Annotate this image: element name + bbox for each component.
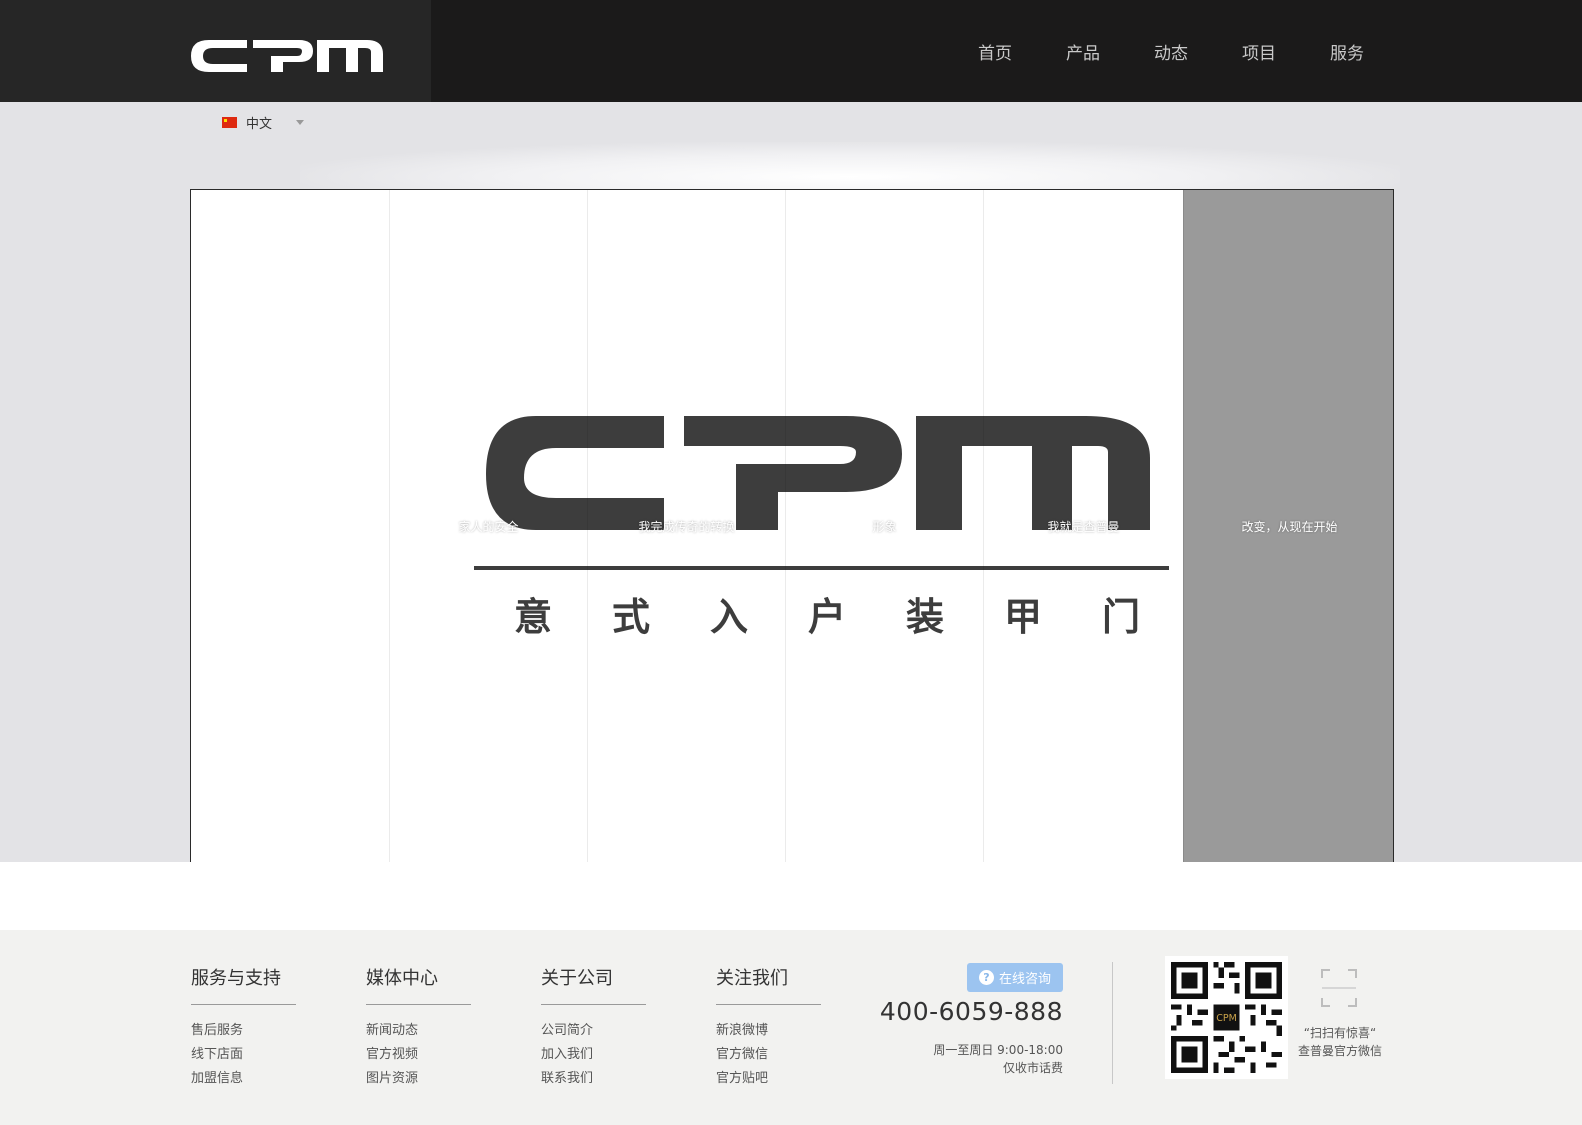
call-fee-note: 仅收市话费	[1002, 1061, 1063, 1075]
nav-item-news[interactable]: 动态	[1146, 39, 1196, 64]
footer-link-wechat[interactable]: 官方微信	[716, 1043, 821, 1067]
footer-link-videos[interactable]: 官方视频	[366, 1043, 471, 1067]
footer-column-media: 媒体中心 新闻动态 官方视频 图片资源	[366, 964, 471, 1091]
footer-link-franchise[interactable]: 加盟信息	[191, 1067, 296, 1091]
slide-caption: 形象	[872, 520, 897, 534]
footer-column-follow: 关注我们 新浪微博 官方微信 官方贴吧	[716, 964, 821, 1091]
question-icon: ?	[978, 970, 994, 985]
footer-link-after-sales[interactable]: 售后服务	[191, 1019, 296, 1043]
slide-tab-3[interactable]: 形象	[785, 190, 983, 862]
footer-link-news[interactable]: 新闻动态	[366, 1019, 471, 1043]
online-consult-button[interactable]: ? 在线咨询	[967, 963, 1063, 992]
consult-label: 在线咨询	[998, 972, 1051, 987]
footer-link-stores[interactable]: 线下店面	[191, 1043, 296, 1067]
slide-tab-2[interactable]: 我完成传奇的转换	[587, 190, 785, 862]
slide-caption: 家人的安全	[458, 520, 519, 534]
footer-link-tieba[interactable]: 官方贴吧	[716, 1067, 821, 1091]
language-label: 中文	[246, 116, 273, 132]
footer-link-join-us[interactable]: 加入我们	[541, 1043, 646, 1067]
footer-divider	[1112, 962, 1113, 1084]
site-header: 首页 产品 动态 项目 服务	[0, 0, 1582, 102]
footer-column-title: 关于公司	[541, 964, 646, 1005]
slide-tab-1[interactable]: 家人的安全	[389, 190, 587, 862]
nav-item-home[interactable]: 首页	[970, 39, 1020, 64]
nav-item-service[interactable]: 服务	[1322, 39, 1372, 64]
slide-tab-5-active[interactable]: 改变，从现在开始	[1183, 190, 1393, 862]
hotline-number: 400-6059-888	[879, 997, 1063, 1026]
main-nav: 首页 产品 动态 项目 服务	[932, 0, 1372, 102]
footer-link-contact-us[interactable]: 联系我们	[541, 1067, 646, 1091]
slide-caption: 我就是查普曼	[1047, 520, 1120, 534]
footer-link-company-intro[interactable]: 公司简介	[541, 1019, 646, 1043]
footer-column-title: 媒体中心	[366, 964, 471, 1005]
language-selector[interactable]: 中文	[222, 112, 305, 132]
language-bar: 中文	[0, 102, 1582, 142]
wechat-qr-code: CPM	[1165, 956, 1288, 1079]
nav-item-products[interactable]: 产品	[1058, 39, 1108, 64]
chevron-down-icon[interactable]	[296, 119, 305, 125]
slide-caption: 我完成传奇的转换	[638, 520, 735, 534]
scan-icon	[1321, 969, 1357, 1007]
qr-caption-line-1: “扫扫有惊喜“	[1303, 1026, 1377, 1040]
logo-area	[0, 0, 431, 102]
footer-link-weibo[interactable]: 新浪微博	[716, 1019, 821, 1043]
footer-column-service: 服务与支持 售后服务 线下店面 加盟信息	[191, 964, 296, 1091]
footer-link-images[interactable]: 图片资源	[366, 1067, 471, 1091]
qr-caption: “扫扫有惊喜“ 查普曼官方微信	[1290, 1024, 1390, 1060]
nav-item-projects[interactable]: 项目	[1234, 39, 1284, 64]
cn-flag-icon	[222, 116, 237, 128]
site-footer: 服务与支持 售后服务 线下店面 加盟信息 媒体中心 新闻动态 官方视频 图片资源…	[0, 930, 1582, 1125]
service-hours: 周一至周日 9:00-18:00	[933, 1043, 1063, 1057]
content-spacer	[0, 862, 1582, 930]
hero-slider: 意 式 入 户 装 甲 门 家人的安全 我完成传奇的转换 形象 我就是查普曼 改…	[190, 189, 1394, 862]
cpm-logo[interactable]	[191, 38, 383, 74]
slide-tab-4[interactable]: 我就是查普曼	[983, 190, 1183, 862]
svg-text:CPM: CPM	[1216, 1013, 1237, 1024]
qr-caption-line-2: 查普曼官方微信	[1297, 1044, 1382, 1058]
footer-column-title: 服务与支持	[191, 964, 296, 1005]
slide-caption: 改变，从现在开始	[1241, 520, 1338, 534]
footer-column-title: 关注我们	[716, 964, 821, 1005]
footer-column-about: 关于公司 公司简介 加入我们 联系我们	[541, 964, 646, 1091]
qr-code-icon: CPM	[1171, 962, 1282, 1073]
